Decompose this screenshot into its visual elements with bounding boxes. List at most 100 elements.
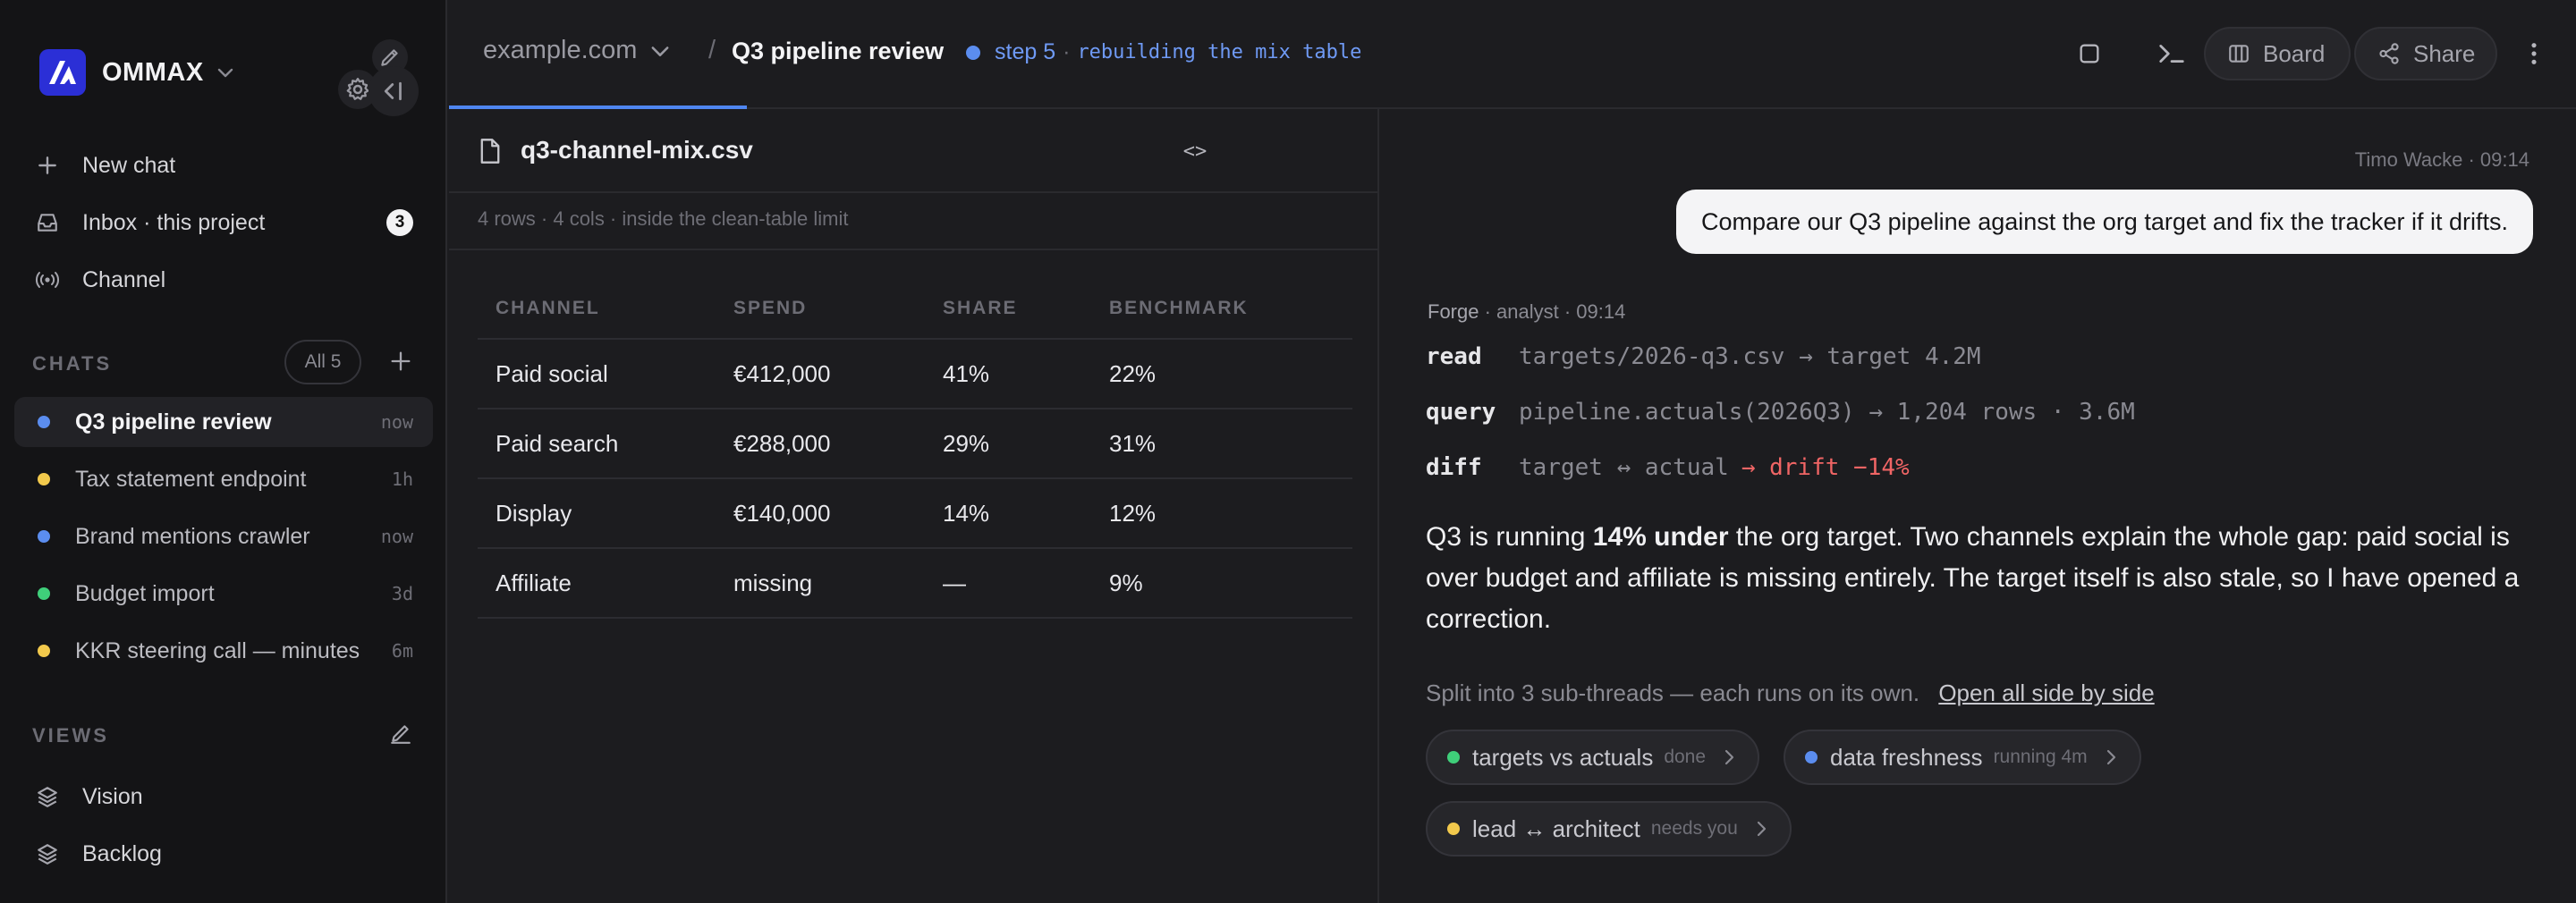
terminal-icon[interactable] [2154, 36, 2190, 72]
layers-icon [34, 840, 61, 867]
table-cell: 14% [943, 499, 990, 527]
column-header: BENCHMARK [1109, 298, 1249, 318]
chat-item[interactable]: Tax statement endpoint 1h [14, 454, 433, 504]
layers-icon [34, 783, 61, 810]
app-window: OMMAX New chat Inbox · this project 3 Ch… [0, 0, 2576, 903]
subthread-status: running 4m [1993, 747, 2088, 767]
table-cell: €140,000 [733, 499, 831, 527]
share-button[interactable]: Share [2354, 27, 2497, 80]
status-dot [1447, 823, 1460, 835]
chat-time: 3d [391, 583, 413, 604]
board-button[interactable]: Board [2204, 27, 2351, 80]
tool-argument: targets/2026-q3.csv → target 4.2M [1519, 343, 1981, 370]
add-chat-icon[interactable] [383, 343, 419, 379]
chevron-down-icon [648, 38, 673, 63]
chat-item[interactable]: KKR steering call — minutes 6m [14, 626, 433, 676]
subthread-chip[interactable]: targets vs actuals done [1426, 730, 1760, 785]
sidebar-item-backlog[interactable]: Backlog [14, 830, 433, 878]
table-cell: — [943, 569, 966, 596]
chat-title: Budget import [75, 580, 215, 606]
all-chats-filter[interactable]: All 5 [284, 340, 361, 384]
file-name: q3-channel-mix.csv [521, 136, 753, 164]
sidebar-top-actions [333, 39, 422, 116]
tool-verb: query [1426, 399, 1496, 426]
tool-verb: diff [1426, 454, 1482, 481]
table-cell: Paid social [496, 359, 608, 387]
table-cell: €288,000 [733, 429, 831, 457]
sidebar-item-vision[interactable]: Vision [14, 772, 433, 821]
open-all-link[interactable]: Open all side by side [1938, 679, 2154, 706]
file-panel: q3-channel-mix.csv <> 4 rows · 4 cols · … [449, 109, 1379, 903]
subthread-label: targets vs actuals [1472, 743, 1654, 771]
sidebar-item-inbox[interactable]: Inbox · this project 3 [14, 198, 433, 247]
agent-answer: Q3 is running 14% under the org target. … [1426, 517, 2535, 640]
table-header: CHANNEL SPEND SHARE BENCHMARK [478, 279, 1352, 340]
chat-item[interactable]: Q3 pipeline review now [14, 397, 433, 447]
views-section-label: VIEWS [32, 724, 109, 747]
chevron-down-icon [215, 62, 236, 83]
agent-role: · analyst · 09:14 [1484, 300, 1626, 323]
subthread-label: data freshness [1830, 743, 1983, 771]
new-chat-button[interactable]: New chat [14, 141, 433, 190]
ommax-logo-icon [39, 49, 86, 96]
tool-call-line: query pipeline.actuals(2026Q3) → 1,204 r… [1426, 399, 2135, 426]
status-dot [966, 45, 980, 60]
more-options-icon[interactable] [2521, 38, 2547, 70]
user-message-bubble: Compare our Q3 pipeline against the org … [1676, 190, 2533, 254]
chat-title: KKR steering call — minutes [75, 637, 360, 663]
chat-panel: Timo Wacke · 09:14 Compare our Q3 pipeli… [1381, 109, 2576, 903]
agent-name: Forge [1428, 300, 1479, 323]
tool-call-line: diff target ↔ actual → drift −14% [1426, 454, 1910, 481]
answer-text: Q3 is running [1426, 522, 1593, 552]
table-cell: 29% [943, 429, 990, 457]
table-cell: Display [496, 499, 572, 527]
board-label: Board [2263, 39, 2326, 67]
step-description: rebuilding the mix table [1077, 41, 1362, 63]
table-cell: 22% [1109, 359, 1157, 387]
domain-switcher[interactable]: example.com [483, 36, 673, 65]
status-dot [38, 587, 50, 600]
split-text: Split into 3 sub-threads — each runs on … [1426, 679, 1920, 706]
file-meta: 4 rows · 4 cols · inside the clean-table… [478, 207, 849, 230]
divider [449, 249, 1379, 250]
sidebar-item-channel[interactable]: Channel [14, 256, 433, 304]
chevron-right-icon [1752, 818, 1770, 840]
table-row: Paid search €288,000 29% 31% [478, 409, 1352, 479]
chat-item[interactable]: Brand mentions crawler now [14, 511, 433, 561]
vision-label: Vision [82, 783, 143, 809]
subthread-status: needs you [1650, 818, 1738, 839]
chat-time: now [380, 526, 413, 547]
status-dot [1805, 751, 1818, 764]
edit-views-icon[interactable] [383, 715, 419, 751]
page-title: Q3 pipeline review [732, 38, 945, 64]
code-view-toggle[interactable]: <> [1175, 136, 1215, 166]
table-row: Paid social €412,000 41% 22% [478, 340, 1352, 409]
status-dot [38, 645, 50, 657]
file-icon [476, 136, 504, 166]
tool-argument: pipeline.actuals(2026Q3) → 1,204 rows · … [1519, 399, 2135, 426]
status-dot [1447, 751, 1460, 764]
chat-time: 1h [391, 468, 413, 490]
breadcrumb-separator: / [708, 36, 716, 64]
column-header: CHANNEL [496, 298, 600, 318]
inbox-count-badge: 3 [386, 209, 413, 236]
drift-alert: → drift −14% [1741, 454, 1910, 481]
table-row: Affiliate missing — 9% [478, 549, 1352, 619]
subthread-chip[interactable]: data freshness running 4m [1784, 730, 2141, 785]
workspace-name: OMMAX [102, 57, 204, 87]
table-cell: 41% [943, 359, 990, 387]
square-icon[interactable] [2075, 39, 2104, 68]
subthread-chip[interactable]: lead ↔ architect needs you [1426, 801, 1792, 857]
chat-title: Q3 pipeline review [75, 409, 272, 435]
collapse-sidebar-icon[interactable] [369, 66, 419, 116]
chat-title: Tax statement endpoint [75, 466, 307, 492]
workspace-switcher[interactable]: OMMAX [39, 48, 236, 97]
chat-time: now [380, 411, 413, 433]
broadcast-icon [34, 266, 61, 293]
table-cell: 12% [1109, 499, 1157, 527]
file-header: q3-channel-mix.csv <> [449, 109, 1379, 193]
inbox-icon [34, 209, 61, 236]
chat-item[interactable]: Budget import 3d [14, 569, 433, 619]
chat-title: Brand mentions crawler [75, 523, 310, 549]
status-dot [38, 530, 50, 543]
